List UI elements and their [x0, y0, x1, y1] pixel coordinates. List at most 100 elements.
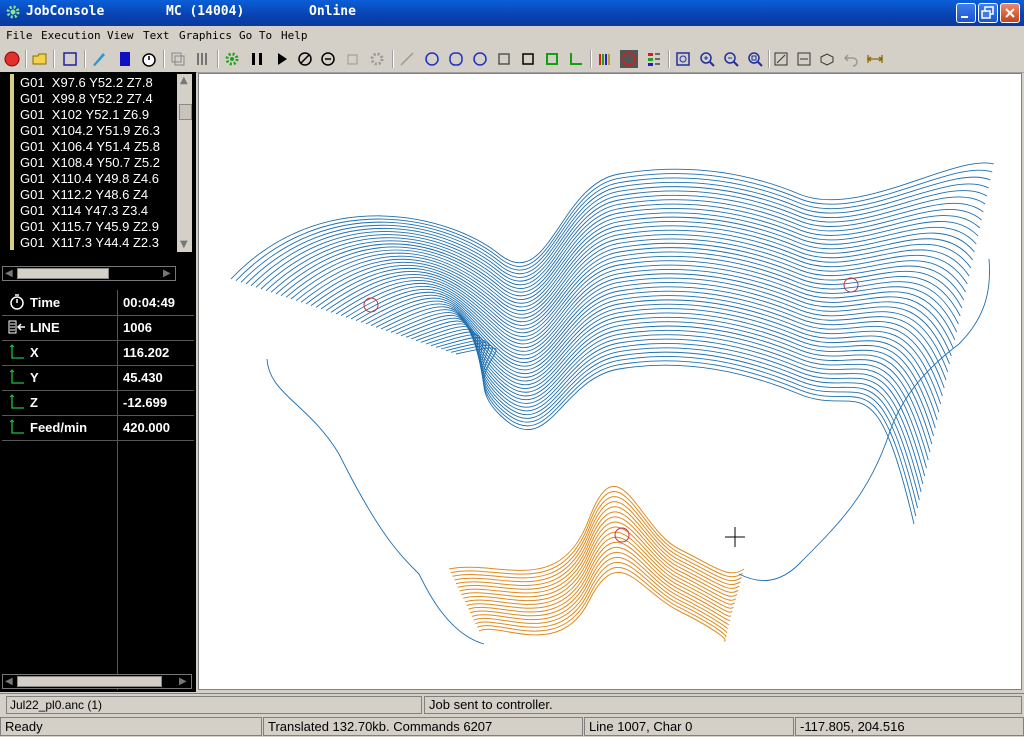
crosshair-cursor — [725, 527, 745, 547]
view-iso-icon — [820, 53, 834, 66]
status-row-feed: Feed/min 420.000 — [2, 415, 194, 441]
left-panel: G01 X97.6 Y52.2 Z7.8 G01 X99.8 Y52.2 Z7.… — [0, 72, 196, 692]
close-button[interactable] — [1000, 3, 1020, 23]
undo-icon — [843, 54, 858, 67]
zoom-window-button[interactable] — [746, 50, 764, 68]
status-value-line: 1006 — [123, 320, 152, 335]
line-icon — [400, 52, 414, 66]
scroll-up-icon[interactable]: ▲ — [180, 74, 188, 87]
status-label: Z — [30, 395, 38, 410]
measure-button[interactable] — [866, 50, 884, 68]
circle-button[interactable] — [447, 50, 465, 68]
scroll-down-icon[interactable]: ▼ — [180, 238, 188, 251]
gcode-line[interactable]: G01 X99.8 Y52.2 Z7.4 — [20, 91, 153, 106]
menu-graphics[interactable]: Graphics — [179, 29, 232, 42]
line-button[interactable] — [398, 50, 416, 68]
bookmark-button[interactable] — [116, 50, 134, 68]
view-top-button[interactable] — [772, 50, 790, 68]
color-bars-button[interactable] — [596, 50, 614, 68]
controller-message: Job sent to controller. — [424, 696, 1022, 714]
gcode-line[interactable]: G01 X117.3 Y44.4 Z2.3 — [20, 235, 159, 250]
select-button[interactable] — [61, 50, 79, 68]
gcode-line[interactable]: G01 X110.4 Y49.8 Z4.6 — [20, 171, 159, 186]
restore-button[interactable] — [978, 3, 998, 23]
scroll-left-icon[interactable]: ◀ — [5, 267, 13, 280]
gcode-line[interactable]: G01 X102 Y52.1 Z6.9 — [20, 107, 149, 122]
copy-icon — [171, 52, 185, 66]
gcode-line[interactable]: G01 X104.2 Y51.9 Z6.3 — [20, 123, 160, 138]
toolpath-canvas[interactable] — [198, 73, 1022, 690]
cycle-button[interactable] — [319, 50, 337, 68]
menu-goto[interactable]: Go To — [239, 29, 272, 42]
menu-view[interactable]: View — [107, 29, 134, 42]
tool-button[interactable] — [344, 50, 362, 68]
gcode-line[interactable]: G01 X106.4 Y51.4 Z5.8 — [20, 139, 160, 154]
toolpath-drawing[interactable] — [199, 74, 1021, 689]
toolpath-line — [440, 339, 920, 501]
gcode-line[interactable]: G01 X114 Y47.3 Z3.4 — [20, 203, 148, 218]
select-icon — [63, 52, 77, 66]
circle-toggle-icon — [622, 52, 636, 66]
legend-button[interactable] — [645, 50, 663, 68]
gear-disabled-button[interactable] — [368, 50, 386, 68]
status-coordinates: -117.805, 204.516 — [795, 717, 1024, 736]
gcode-vertical-scrollbar[interactable]: ▲ ▼ — [177, 74, 192, 252]
toolpath-line — [425, 331, 926, 477]
scroll-right-icon[interactable]: ▶ — [179, 675, 187, 688]
view-iso-button[interactable] — [818, 50, 836, 68]
circle-ccw-icon — [473, 52, 487, 66]
menu-bar: File Execution View Text Graphics Go To … — [0, 26, 1024, 46]
axes-button[interactable] — [567, 50, 585, 68]
stop-button[interactable] — [3, 50, 21, 68]
zoom-in-button[interactable] — [698, 50, 716, 68]
settings-button[interactable] — [223, 50, 241, 68]
gcode-line[interactable]: G01 X108.4 Y50.7 Z5.2 — [20, 155, 160, 170]
view-front-button[interactable] — [795, 50, 813, 68]
position-marker — [614, 527, 630, 543]
gcode-horizontal-scrollbar[interactable]: ◀ ▶ — [2, 266, 176, 281]
menu-file[interactable]: File — [6, 29, 33, 42]
stopwatch-button[interactable] — [140, 50, 158, 68]
copy-button[interactable] — [169, 50, 187, 68]
toolpath-line — [240, 176, 991, 283]
bookmark-icon — [120, 52, 130, 66]
scroll-right-icon[interactable]: ▶ — [163, 267, 171, 280]
axis-icon — [9, 419, 24, 434]
gcode-line[interactable]: G01 X115.7 Y45.9 Z2.9 — [20, 219, 159, 234]
play-button[interactable] — [273, 50, 291, 68]
pause-button[interactable] — [248, 50, 266, 68]
completed-toolpath-line — [459, 516, 738, 597]
columns-button[interactable] — [194, 50, 212, 68]
square-dark-button[interactable] — [495, 50, 513, 68]
gcode-line[interactable]: G01 X112.2 Y48.6 Z4 — [20, 187, 148, 202]
toolpath-line — [455, 347, 915, 525]
zoom-window-icon — [748, 52, 763, 67]
menu-text[interactable]: Text — [143, 29, 170, 42]
fit-view-icon — [676, 52, 690, 66]
undo-button[interactable] — [842, 50, 860, 68]
completed-toolpath-line — [452, 496, 742, 582]
menu-execution[interactable]: Execution — [41, 29, 101, 42]
zoom-out-button[interactable] — [722, 50, 740, 68]
gcode-line[interactable]: G01 X97.6 Y52.2 Z7.8 — [20, 75, 153, 90]
status-row-x: X 116.202 — [2, 340, 194, 366]
circle-cw-icon — [425, 52, 439, 66]
circle-ccw-button[interactable] — [471, 50, 489, 68]
view-front-icon — [797, 52, 811, 66]
stop-icon — [4, 51, 20, 67]
open-button[interactable] — [31, 50, 49, 68]
fit-view-button[interactable] — [674, 50, 692, 68]
file-message-bar: Jul22_pl0.anc (1) Job sent to controller… — [0, 693, 1024, 716]
restore-icon — [981, 6, 994, 19]
square-green-button[interactable] — [543, 50, 561, 68]
status-horizontal-scrollbar[interactable]: ◀ ▶ — [2, 674, 192, 689]
edit-button[interactable] — [90, 50, 108, 68]
status-row-time: Time 00:04:49 — [2, 290, 194, 316]
scroll-left-icon[interactable]: ◀ — [5, 675, 13, 688]
menu-help[interactable]: Help — [281, 29, 308, 42]
cancel-button[interactable] — [296, 50, 314, 68]
circle-cw-button[interactable] — [423, 50, 441, 68]
minimize-button[interactable] — [956, 3, 976, 23]
circle-toggle-button[interactable] — [620, 50, 638, 68]
square-button[interactable] — [519, 50, 537, 68]
